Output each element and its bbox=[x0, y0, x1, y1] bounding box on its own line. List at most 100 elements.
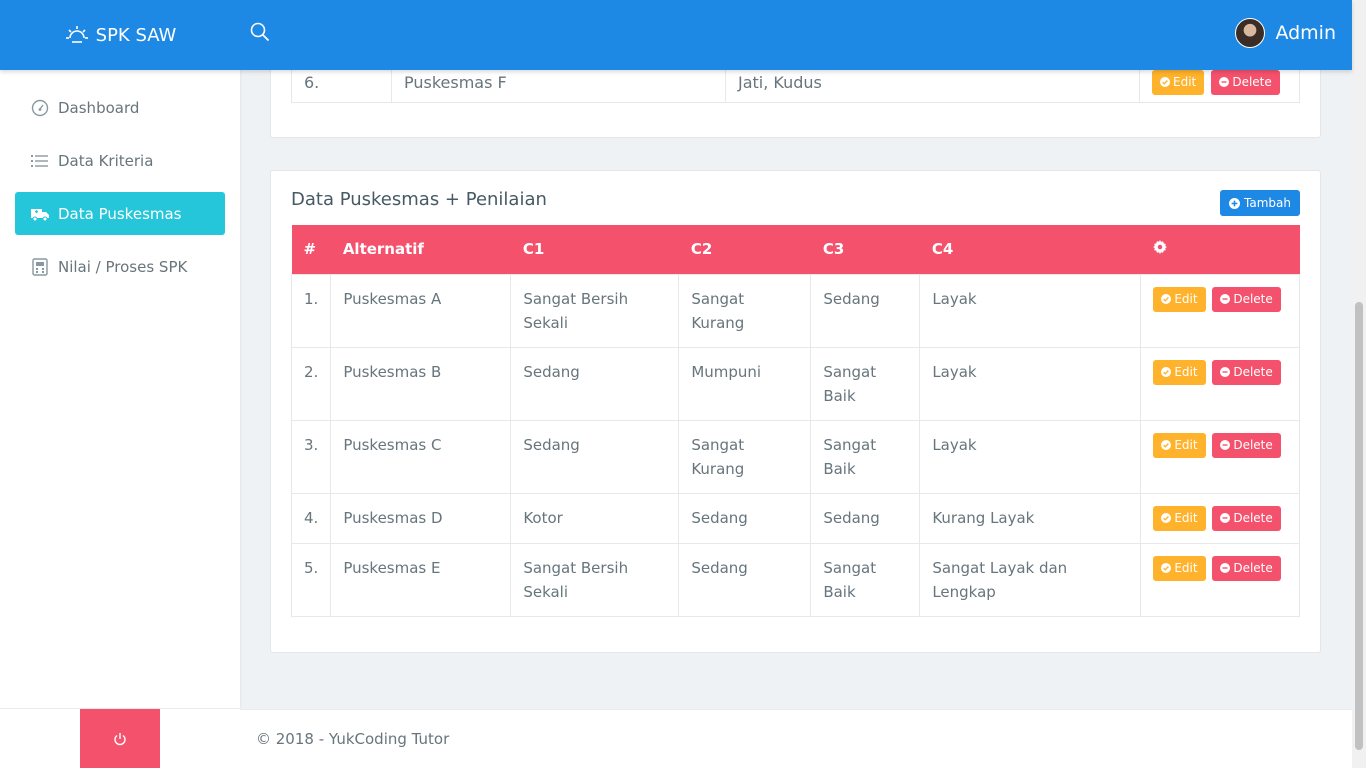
edit-label: Edit bbox=[1173, 75, 1197, 89]
cell-c4: Kurang Layak bbox=[919, 492, 1142, 544]
col-header-alternatif: Alternatif bbox=[330, 225, 511, 274]
footer-copyright: © 2018 - YukCoding Tutor bbox=[256, 730, 450, 748]
cell-c4: Layak bbox=[919, 273, 1142, 348]
table-row: 1. Puskesmas A Sangat Bersih Sekali Sang… bbox=[290, 273, 1300, 348]
cell-no: 3. bbox=[290, 419, 332, 494]
cell-no: 2. bbox=[290, 346, 332, 421]
delete-label: Delete bbox=[1233, 511, 1273, 525]
power-icon bbox=[114, 733, 126, 746]
cell-c3: Sedang bbox=[810, 273, 921, 348]
edit-button[interactable]: Edit bbox=[1153, 286, 1206, 312]
search-button[interactable] bbox=[250, 22, 272, 44]
ambulance-icon bbox=[30, 204, 50, 224]
edit-button[interactable]: Edit bbox=[1153, 432, 1206, 458]
check-circle-icon bbox=[1161, 367, 1172, 377]
gauge-icon bbox=[30, 98, 50, 118]
delete-button[interactable]: Delete bbox=[1212, 505, 1281, 531]
minus-circle-icon bbox=[1220, 440, 1231, 450]
sidebar-item-label: Data Puskesmas bbox=[58, 204, 182, 223]
col-header-no: # bbox=[291, 225, 331, 274]
scrollbar-thumb[interactable] bbox=[1355, 302, 1363, 750]
user-name: Admin bbox=[1275, 22, 1336, 44]
cell-c3: Sangat Baik bbox=[810, 419, 921, 494]
plus-circle-icon bbox=[1229, 197, 1241, 209]
delete-button[interactable]: Delete bbox=[1212, 432, 1281, 458]
minus-circle-icon bbox=[1220, 513, 1231, 523]
sidebar-item-data-puskesmas[interactable]: Data Puskesmas bbox=[15, 192, 225, 235]
cell-c1: Sedang bbox=[510, 346, 680, 421]
cell-c2: Mumpuni bbox=[678, 346, 812, 421]
minus-circle-icon bbox=[1220, 294, 1231, 304]
check-circle-icon bbox=[1161, 563, 1172, 573]
cell-c3: Sedang bbox=[810, 492, 921, 544]
cell-c3: Sangat Baik bbox=[810, 542, 921, 617]
minus-circle-icon bbox=[1220, 367, 1231, 377]
table-row: 3. Puskesmas C Sedang Sangat Kurang Sang… bbox=[290, 419, 1300, 494]
cell-c2: Sedang bbox=[678, 542, 812, 617]
col-header-c1: C1 bbox=[510, 225, 679, 274]
edit-label: Edit bbox=[1174, 438, 1198, 452]
edit-label: Edit bbox=[1174, 561, 1198, 575]
cell-alternatif: Puskesmas B bbox=[330, 346, 512, 421]
cell-c1: Sangat Bersih Sekali bbox=[510, 273, 680, 348]
cell-c4: Layak bbox=[919, 419, 1142, 494]
check-circle-icon bbox=[1161, 294, 1172, 304]
row-actions: Edit Delete bbox=[1140, 542, 1300, 617]
brand-logo[interactable]: SPK SAW bbox=[0, 0, 240, 70]
sidebar-item-data-kriteria[interactable]: Data Kriteria bbox=[15, 139, 225, 182]
sidebar-item-label: Data Kriteria bbox=[58, 151, 154, 170]
cell-c1: Sangat Bersih Sekali bbox=[510, 542, 680, 617]
penilaian-card: Data Puskesmas + Penilaian Tambah # Alte… bbox=[270, 170, 1321, 653]
sidebar-item-label: Dashboard bbox=[58, 98, 140, 117]
edit-label: Edit bbox=[1174, 511, 1198, 525]
table-row: 5. Puskesmas E Sangat Bersih Sekali Seda… bbox=[290, 542, 1300, 617]
page-scrollbar[interactable] bbox=[1352, 0, 1366, 768]
cell-c1: Sedang bbox=[510, 419, 680, 494]
user-menu[interactable]: Admin bbox=[1235, 18, 1336, 48]
cell-alternatif: Puskesmas A bbox=[330, 273, 512, 348]
row-actions: Edit Delete bbox=[1140, 492, 1300, 544]
avatar bbox=[1235, 18, 1266, 48]
table-row: 4. Puskesmas D Kotor Sedang Sedang Kuran… bbox=[290, 492, 1300, 544]
brand-title: SPK SAW bbox=[95, 24, 177, 46]
edit-button[interactable]: Edit bbox=[1153, 505, 1206, 531]
card-title: Data Puskesmas + Penilaian bbox=[291, 189, 547, 210]
cell-c1: Kotor bbox=[510, 492, 680, 544]
top-navbar: SPK SAW Admin bbox=[0, 0, 1352, 70]
search-icon bbox=[250, 22, 270, 42]
logout-button[interactable] bbox=[80, 709, 160, 768]
delete-button[interactable]: Delete bbox=[1211, 69, 1280, 95]
delete-label: Delete bbox=[1233, 438, 1273, 452]
add-button[interactable]: Tambah bbox=[1220, 190, 1300, 216]
cell-alternatif: Puskesmas C bbox=[330, 419, 512, 494]
gear-icon bbox=[1152, 240, 1167, 255]
sidebar-item-dashboard[interactable]: Dashboard bbox=[15, 86, 225, 129]
edit-button[interactable]: Edit bbox=[1152, 69, 1205, 95]
delete-button[interactable]: Delete bbox=[1212, 359, 1281, 385]
penilaian-table: # Alternatif C1 C2 C3 C4 1. Puskesmas A … bbox=[290, 225, 1300, 617]
cell-no: 5. bbox=[290, 542, 332, 617]
cell-c4: Layak bbox=[919, 346, 1142, 421]
sidebar-footer bbox=[0, 708, 240, 768]
delete-button[interactable]: Delete bbox=[1212, 286, 1281, 312]
cell-c2: Sedang bbox=[678, 492, 812, 544]
table-row: 2. Puskesmas B Sedang Mumpuni Sangat Bai… bbox=[290, 346, 1300, 421]
check-circle-icon bbox=[1161, 513, 1172, 523]
sidebar: Dashboard Data Kriteria Data Puskesmas N… bbox=[0, 70, 240, 708]
sidebar-item-nilai-proses-spk[interactable]: Nilai / Proses SPK bbox=[15, 245, 225, 288]
edit-button[interactable]: Edit bbox=[1153, 555, 1206, 581]
minus-circle-icon bbox=[1220, 563, 1231, 573]
minus-circle-icon bbox=[1219, 77, 1230, 87]
check-circle-icon bbox=[1160, 77, 1170, 87]
delete-button[interactable]: Delete bbox=[1212, 555, 1281, 581]
cell-alternatif: Puskesmas E bbox=[330, 542, 512, 617]
row-actions: Edit Delete bbox=[1140, 273, 1300, 348]
cell-c2: Sangat Kurang bbox=[678, 273, 812, 348]
edit-button[interactable]: Edit bbox=[1153, 359, 1206, 385]
col-header-c3: C3 bbox=[810, 225, 920, 274]
cell-c3: Sangat Baik bbox=[810, 346, 921, 421]
delete-label: Delete bbox=[1232, 75, 1272, 89]
col-header-actions bbox=[1140, 225, 1300, 274]
calculator-icon bbox=[30, 257, 50, 277]
col-header-c2: C2 bbox=[678, 225, 811, 274]
